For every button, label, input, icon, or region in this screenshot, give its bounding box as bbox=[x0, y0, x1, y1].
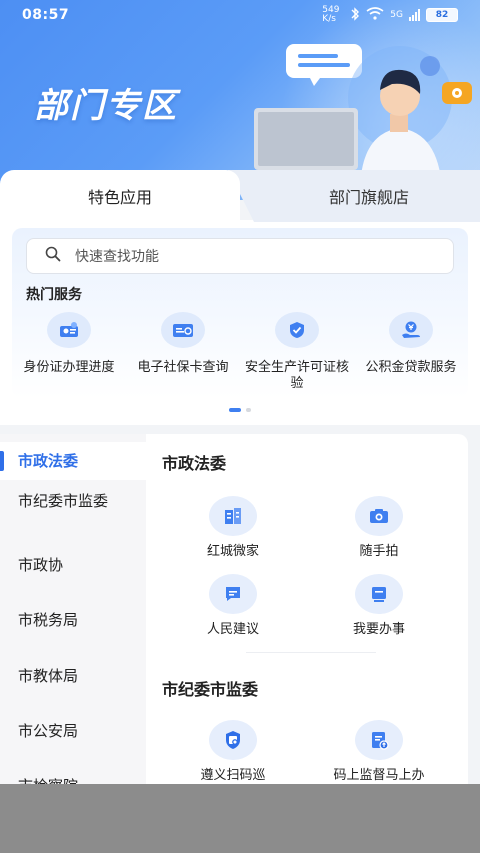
service-label: 电子社保卡查询 bbox=[137, 360, 229, 375]
document-upload-icon bbox=[355, 720, 403, 760]
app-hongcheng-weijia[interactable]: 红城微家 bbox=[158, 496, 308, 560]
service-label: 公积金贷款服务 bbox=[365, 360, 457, 375]
app-snapshot[interactable]: 随手拍 bbox=[304, 496, 454, 560]
nav-item-political-legal[interactable]: 市政法委 bbox=[0, 442, 146, 480]
social-card-icon bbox=[161, 312, 205, 348]
service-label: 身份证办理进度 bbox=[23, 360, 115, 375]
section-title: 市纪委市监委 bbox=[162, 680, 259, 699]
app-label: 随手拍 bbox=[359, 544, 399, 559]
chat-bubble-icon bbox=[209, 574, 257, 614]
department-apps-panel: 市政法委 红城微家 随手拍 人民建议 我要办事 市纪委市监委 遵义扫码巡 码上监… bbox=[146, 434, 468, 794]
camera-icon bbox=[355, 496, 403, 536]
nav-item-cppcc[interactable]: 市政协 bbox=[0, 554, 146, 576]
nav-label: 市公安局 bbox=[18, 722, 79, 740]
pager-dots bbox=[0, 408, 480, 412]
status-bar: 08:57 549 K/s 5G 82 bbox=[0, 0, 480, 30]
service-social-card-query[interactable]: 电子社保卡查询 bbox=[126, 312, 240, 392]
pager-dot-active bbox=[229, 408, 241, 412]
scan-shield-icon bbox=[209, 720, 257, 760]
app-handle-affairs[interactable]: 我要办事 bbox=[304, 574, 454, 638]
nav-item-public-security[interactable]: 市公安局 bbox=[0, 720, 146, 742]
bluetooth-icon bbox=[350, 6, 360, 24]
nav-label: 市教体局 bbox=[18, 667, 79, 685]
nav-active-indicator bbox=[0, 451, 4, 471]
battery-icon: 82 bbox=[426, 8, 458, 22]
shield-check-icon bbox=[275, 312, 319, 348]
app-label: 我要办事 bbox=[352, 622, 405, 637]
banner-title: 部门专区 bbox=[34, 86, 178, 126]
network-type: 5G bbox=[390, 10, 403, 20]
app-label: 红城微家 bbox=[206, 544, 259, 559]
hot-services-card: 快速查找功能 热门服务 身份证办理进度 电子社保卡查询 安全生产许可证核验 公积… bbox=[12, 228, 468, 398]
search-icon bbox=[45, 246, 61, 266]
service-housing-fund-loan[interactable]: 公积金贷款服务 bbox=[354, 312, 468, 392]
section-divider bbox=[246, 652, 376, 653]
department-side-nav: 市政法委 市纪委市监委 市政协 市税务局 市教体局 市公安局 市检察院 bbox=[0, 434, 146, 795]
monitor-icon bbox=[355, 574, 403, 614]
tab-label: 部门旗舰店 bbox=[328, 188, 409, 207]
nav-label: 市政法委 bbox=[18, 452, 79, 470]
hot-services-grid: 身份证办理进度 电子社保卡查询 安全生产许可证核验 公积金贷款服务 bbox=[12, 312, 468, 392]
top-tabs: 部门旗舰店 特色应用 bbox=[0, 170, 480, 222]
section-title: 市政法委 bbox=[162, 454, 227, 473]
service-id-card-progress[interactable]: 身份证办理进度 bbox=[12, 312, 126, 392]
app-zunyi-scan-patrol[interactable]: 遵义扫码巡 bbox=[158, 720, 308, 784]
wifi-icon bbox=[366, 7, 384, 23]
search-placeholder: 快速查找功能 bbox=[75, 249, 159, 265]
yuan-hand-icon bbox=[389, 312, 433, 348]
signal-icon bbox=[409, 9, 420, 21]
building-icon bbox=[209, 496, 257, 536]
app-code-supervision[interactable]: 码上监督马上办 bbox=[304, 720, 454, 784]
nav-item-discipline-supervision[interactable]: 市纪委市监委 bbox=[0, 490, 146, 512]
service-label: 安全生产许可证核验 bbox=[244, 360, 349, 391]
status-icons: 549 K/s 5G 82 bbox=[322, 6, 458, 24]
search-input[interactable]: 快速查找功能 bbox=[26, 238, 454, 274]
status-time: 08:57 bbox=[22, 7, 70, 23]
nav-label: 市纪委市监委 bbox=[18, 492, 109, 510]
featured-section: 快速查找功能 热门服务 身份证办理进度 电子社保卡查询 安全生产许可证核验 公积… bbox=[0, 220, 480, 425]
service-safety-permit-check[interactable]: 安全生产许可证核验 bbox=[240, 312, 354, 392]
nav-item-tax-bureau[interactable]: 市税务局 bbox=[0, 609, 146, 631]
id-card-icon bbox=[47, 312, 91, 348]
nav-label: 市税务局 bbox=[18, 611, 79, 629]
hot-services-title: 热门服务 bbox=[26, 287, 82, 303]
tab-label: 特色应用 bbox=[87, 188, 152, 207]
pager-dot bbox=[246, 408, 251, 412]
office-worker-illustration bbox=[254, 44, 472, 188]
nav-label: 市政协 bbox=[18, 556, 64, 574]
app-label: 码上监督马上办 bbox=[333, 768, 425, 783]
app-label: 遵义扫码巡 bbox=[200, 768, 266, 783]
tab-department-store[interactable]: 部门旗舰店 bbox=[228, 170, 480, 222]
tab-featured-apps[interactable]: 特色应用 bbox=[0, 170, 240, 222]
nav-item-education-sports[interactable]: 市教体局 bbox=[0, 665, 146, 687]
app-label: 人民建议 bbox=[206, 622, 259, 637]
net-speed: 549 K/s bbox=[322, 5, 340, 24]
bottom-overlay bbox=[0, 784, 480, 853]
app-people-suggestions[interactable]: 人民建议 bbox=[158, 574, 308, 638]
